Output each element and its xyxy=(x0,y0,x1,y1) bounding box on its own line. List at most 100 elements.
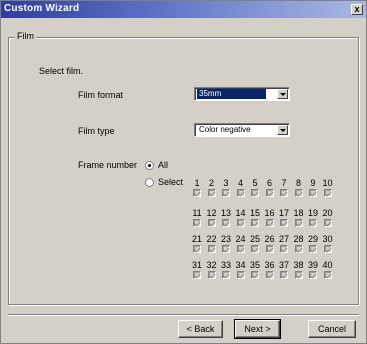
frame-checkbox[interactable] xyxy=(309,189,317,197)
close-button[interactable]: x xyxy=(351,4,363,15)
frame-checkbox[interactable] xyxy=(236,189,245,197)
frame-checkbox[interactable] xyxy=(309,271,317,279)
frame-checkbox[interactable] xyxy=(280,189,288,197)
frame-number: 29 xyxy=(308,234,319,244)
film-type-value: Color negative xyxy=(199,125,251,134)
frame-number: 2 xyxy=(208,178,214,188)
frame-number: 16 xyxy=(264,208,275,218)
frame-checkbox[interactable] xyxy=(323,271,332,279)
button-separator xyxy=(8,314,359,316)
chevron-down-icon[interactable] xyxy=(277,125,288,135)
frame-checkbox[interactable] xyxy=(309,219,317,227)
frame-number: 8 xyxy=(295,178,301,188)
frame-number: 12 xyxy=(206,208,217,218)
frame-number: 20 xyxy=(322,208,333,218)
select-film-instruction: Select film. xyxy=(39,66,84,76)
frame-number: 11 xyxy=(192,208,202,218)
frame-checkbox[interactable] xyxy=(222,189,230,197)
frame-checkbox[interactable] xyxy=(207,271,216,279)
wizard-window: Custom Wizard x Film Select film. Film f… xyxy=(0,0,367,344)
frame-checkbox[interactable] xyxy=(265,219,274,227)
frame-checkbox[interactable] xyxy=(265,271,274,279)
frame-checkbox[interactable] xyxy=(193,219,201,227)
frame-number: 6 xyxy=(266,178,272,188)
radio-all-label[interactable]: All xyxy=(158,160,168,170)
frame-number: 28 xyxy=(293,234,304,244)
frame-number: 19 xyxy=(308,208,319,218)
frame-number: 33 xyxy=(221,260,232,270)
frame-number: 35 xyxy=(250,260,261,270)
frame-checkbox[interactable] xyxy=(251,189,259,197)
film-group-box xyxy=(8,37,359,305)
frame-checkbox[interactable] xyxy=(294,245,303,253)
frame-number: 24 xyxy=(235,234,246,244)
frame-checkbox[interactable] xyxy=(294,271,303,279)
frame-checkbox[interactable] xyxy=(280,271,288,279)
frame-checkbox[interactable] xyxy=(251,271,259,279)
frame-number: 18 xyxy=(293,208,304,218)
frame-number: 39 xyxy=(308,260,319,270)
frame-number: 31 xyxy=(192,260,203,270)
frame-checkbox[interactable] xyxy=(236,271,245,279)
back-button[interactable]: < Back xyxy=(178,320,223,338)
frame-number: 1 xyxy=(194,178,200,188)
film-group-label: Film xyxy=(15,31,36,41)
frame-checkbox[interactable] xyxy=(222,219,230,227)
frame-number: 38 xyxy=(293,260,304,270)
frame-number: 7 xyxy=(281,178,287,188)
radio-select[interactable] xyxy=(145,178,154,187)
film-format-select[interactable]: 35mm xyxy=(194,87,290,101)
frame-checkbox[interactable] xyxy=(207,189,216,197)
frame-checkbox[interactable] xyxy=(294,219,303,227)
frame-checkbox[interactable] xyxy=(265,245,274,253)
frame-number: 30 xyxy=(322,234,333,244)
radio-all[interactable] xyxy=(145,161,154,170)
radio-select-label[interactable]: Select xyxy=(158,177,183,187)
frame-checkbox[interactable] xyxy=(265,189,274,197)
frame-checkbox[interactable] xyxy=(323,245,332,253)
frame-number: 10 xyxy=(322,178,333,188)
frame-checkbox[interactable] xyxy=(323,189,332,197)
frame-number: 23 xyxy=(221,234,232,244)
frame-number: 21 xyxy=(192,234,203,244)
frame-number: 17 xyxy=(279,208,290,218)
frame-number: 13 xyxy=(221,208,232,218)
frame-checkbox[interactable] xyxy=(280,219,288,227)
frame-checkbox[interactable] xyxy=(236,245,245,253)
film-format-value: 35mm xyxy=(197,89,266,99)
frame-checkbox[interactable] xyxy=(207,245,216,253)
frame-checkbox[interactable] xyxy=(280,245,288,253)
frame-checkbox[interactable] xyxy=(193,271,201,279)
frame-checkbox[interactable] xyxy=(193,189,201,197)
frame-number: 40 xyxy=(322,260,333,270)
film-type-label: Film type xyxy=(78,126,115,136)
frame-checkbox[interactable] xyxy=(294,189,303,197)
title-bar[interactable]: Custom Wizard x xyxy=(1,1,366,18)
frame-number: 5 xyxy=(252,178,258,188)
frame-number: 34 xyxy=(235,260,246,270)
frame-number: 3 xyxy=(223,178,229,188)
cancel-button[interactable]: Cancel xyxy=(308,320,356,338)
frame-checkbox[interactable] xyxy=(251,245,259,253)
frame-number: 14 xyxy=(235,208,246,218)
frame-number: 25 xyxy=(250,234,261,244)
frame-number: 15 xyxy=(250,208,261,218)
frame-number: 36 xyxy=(264,260,275,270)
film-type-select[interactable]: Color negative xyxy=(194,123,290,137)
frame-number-label: Frame number xyxy=(78,160,138,170)
next-button[interactable]: Next > xyxy=(234,319,281,339)
film-format-label: Film format xyxy=(78,90,123,100)
frame-number: 32 xyxy=(206,260,217,270)
frame-checkbox[interactable] xyxy=(309,245,317,253)
frame-number: 4 xyxy=(237,178,243,188)
frame-number: 37 xyxy=(279,260,290,270)
frame-checkbox[interactable] xyxy=(222,245,230,253)
frame-checkbox[interactable] xyxy=(207,219,216,227)
chevron-down-icon[interactable] xyxy=(277,89,288,99)
window-title: Custom Wizard xyxy=(4,3,80,14)
frame-checkbox[interactable] xyxy=(236,219,245,227)
frame-checkbox[interactable] xyxy=(323,219,332,227)
frame-checkbox[interactable] xyxy=(193,245,201,253)
frame-checkbox[interactable] xyxy=(251,219,259,227)
frame-checkbox[interactable] xyxy=(222,271,230,279)
